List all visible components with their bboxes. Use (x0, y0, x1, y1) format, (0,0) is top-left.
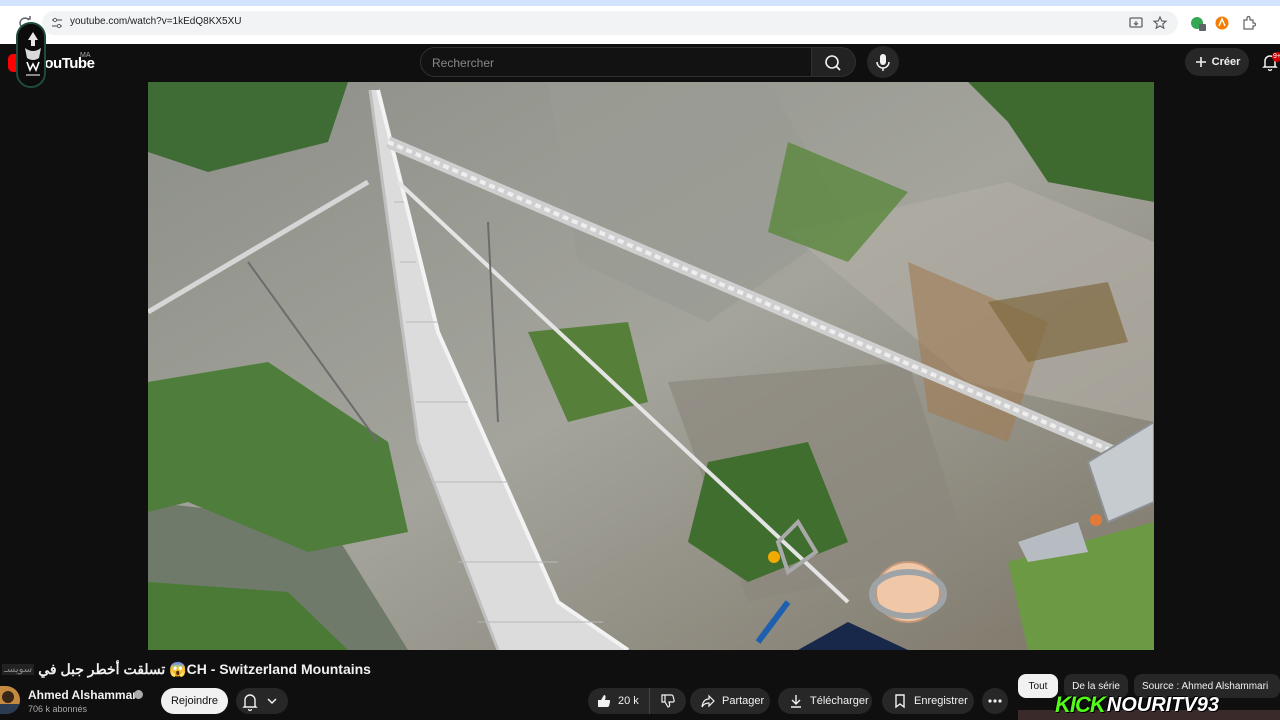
save-label: Enregistrer (914, 695, 968, 707)
stream-overlay-watermark: KICK NOURITV93 (1055, 690, 1280, 720)
like-count: 20 k (618, 695, 639, 707)
subscription-bell-button[interactable] (236, 688, 288, 714)
kick-logo-text: KICK (1055, 692, 1106, 717)
download-icon (791, 695, 801, 708)
extension-green-icon[interactable] (1190, 15, 1206, 31)
microphone-icon (876, 54, 890, 71)
share-button[interactable]: Partager (690, 688, 770, 714)
save-button[interactable]: Enregistrer (882, 688, 974, 714)
extension-orange-icon[interactable] (1214, 15, 1230, 31)
voice-search-button[interactable] (867, 46, 899, 78)
region-code: MA (80, 52, 91, 59)
like-button[interactable]: 20 k (588, 688, 650, 714)
video-title-row: سويسـ تسلقت أخطر جبل في 😱CH - Switzerlan… (0, 658, 700, 680)
bookmark-star-icon[interactable] (1152, 15, 1168, 31)
more-horizontal-icon (988, 699, 1002, 703)
video-title: تسلقت أخطر جبل في 😱CH - Switzerland Moun… (38, 660, 371, 677)
search-input[interactable]: Rechercher (420, 47, 812, 77)
more-actions-button[interactable] (982, 688, 1008, 714)
subscriber-count: 706 k abonnés (28, 704, 88, 714)
thumbs-up-icon (598, 695, 611, 707)
chip-all[interactable]: Tout (1018, 674, 1058, 698)
download-label: Télécharger (810, 695, 869, 707)
dislike-button[interactable] (650, 688, 686, 714)
address-bar[interactable]: youtube.com/watch?v=1kEdQ8KX5XU (42, 11, 1178, 35)
video-frame-scene (148, 82, 1154, 650)
thumbs-down-icon (661, 694, 675, 708)
browser-toolbar: youtube.com/watch?v=1kEdQ8KX5XU (0, 0, 1280, 44)
bell-icon (242, 694, 258, 712)
download-button[interactable]: Télécharger (778, 688, 872, 714)
create-button[interactable]: Créer (1185, 48, 1249, 76)
verified-check-icon (134, 690, 143, 699)
join-button[interactable]: Rejoindre (161, 688, 228, 714)
channel-name[interactable]: Ahmed Alshammari (28, 688, 140, 702)
search-button[interactable] (812, 47, 856, 77)
bookmark-icon (895, 694, 905, 709)
video-player[interactable] (148, 82, 1154, 650)
create-label: Créer (1211, 56, 1241, 68)
search-icon (825, 55, 841, 71)
notification-count-badge: 9+ (1272, 52, 1280, 62)
like-dislike-group: 20 k (588, 688, 686, 714)
streamer-badge-logo (16, 22, 46, 88)
chevron-down-icon (267, 698, 277, 705)
url-text[interactable]: youtube.com/watch?v=1kEdQ8KX5XU (70, 16, 241, 27)
share-icon (701, 694, 715, 708)
title-truncated-prefix: سويسـ (2, 663, 35, 675)
extensions-puzzle-icon[interactable] (1241, 15, 1257, 31)
search-placeholder: Rechercher (432, 56, 495, 70)
site-settings-icon[interactable] (51, 17, 63, 29)
streamer-handle: NOURITV93 (1106, 693, 1220, 716)
plus-icon (1195, 57, 1206, 67)
channel-avatar[interactable] (0, 686, 20, 714)
install-app-icon[interactable] (1128, 15, 1144, 31)
tab-strip (0, 0, 1280, 6)
share-label: Partager (722, 695, 765, 707)
